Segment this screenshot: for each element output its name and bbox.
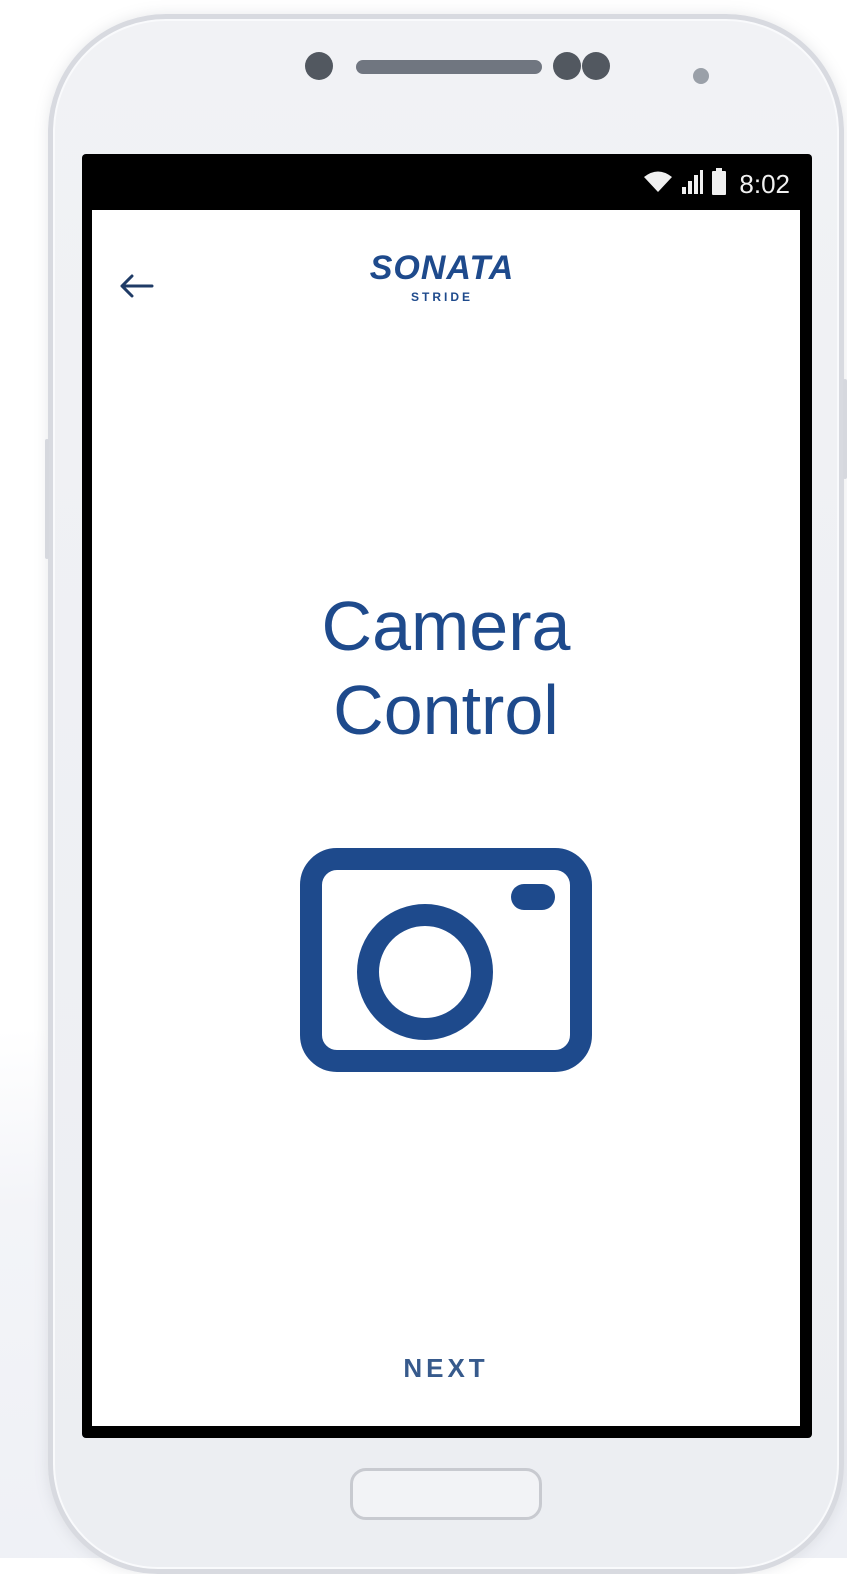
page-title-line2: Control: [333, 671, 559, 749]
status-time: 8:02: [739, 169, 790, 199]
front-sensor-left: [553, 52, 581, 80]
next-button[interactable]: NEXT: [346, 1344, 546, 1392]
earpiece-speaker: [356, 60, 542, 74]
phone-screen: 8:02 SONATA STRIDE Camera Control NEXT: [82, 154, 812, 1438]
camera-icon: [300, 848, 592, 1077]
back-button[interactable]: [114, 264, 158, 308]
page-title: Camera Control: [92, 584, 800, 752]
status-icons: 8:02: [643, 168, 790, 201]
signal-icon: [681, 169, 704, 200]
logo-subtitle: STRIDE: [410, 290, 473, 304]
logo-title: SONATA: [369, 249, 515, 287]
front-sensor-right: [582, 52, 610, 80]
power-button: [843, 379, 847, 479]
volume-button: [45, 439, 49, 559]
app-screen: SONATA STRIDE Camera Control NEXT: [92, 210, 800, 1426]
page-title-line1: Camera: [321, 587, 571, 665]
wifi-icon: [643, 170, 673, 199]
brand-logo: SONATA STRIDE: [337, 250, 547, 304]
home-button[interactable]: [350, 1468, 542, 1520]
proximity-sensor: [305, 52, 333, 80]
status-bar: 8:02: [82, 154, 812, 210]
arrow-left-icon: [120, 274, 154, 298]
front-camera: [693, 68, 709, 84]
battery-icon: [711, 168, 727, 201]
